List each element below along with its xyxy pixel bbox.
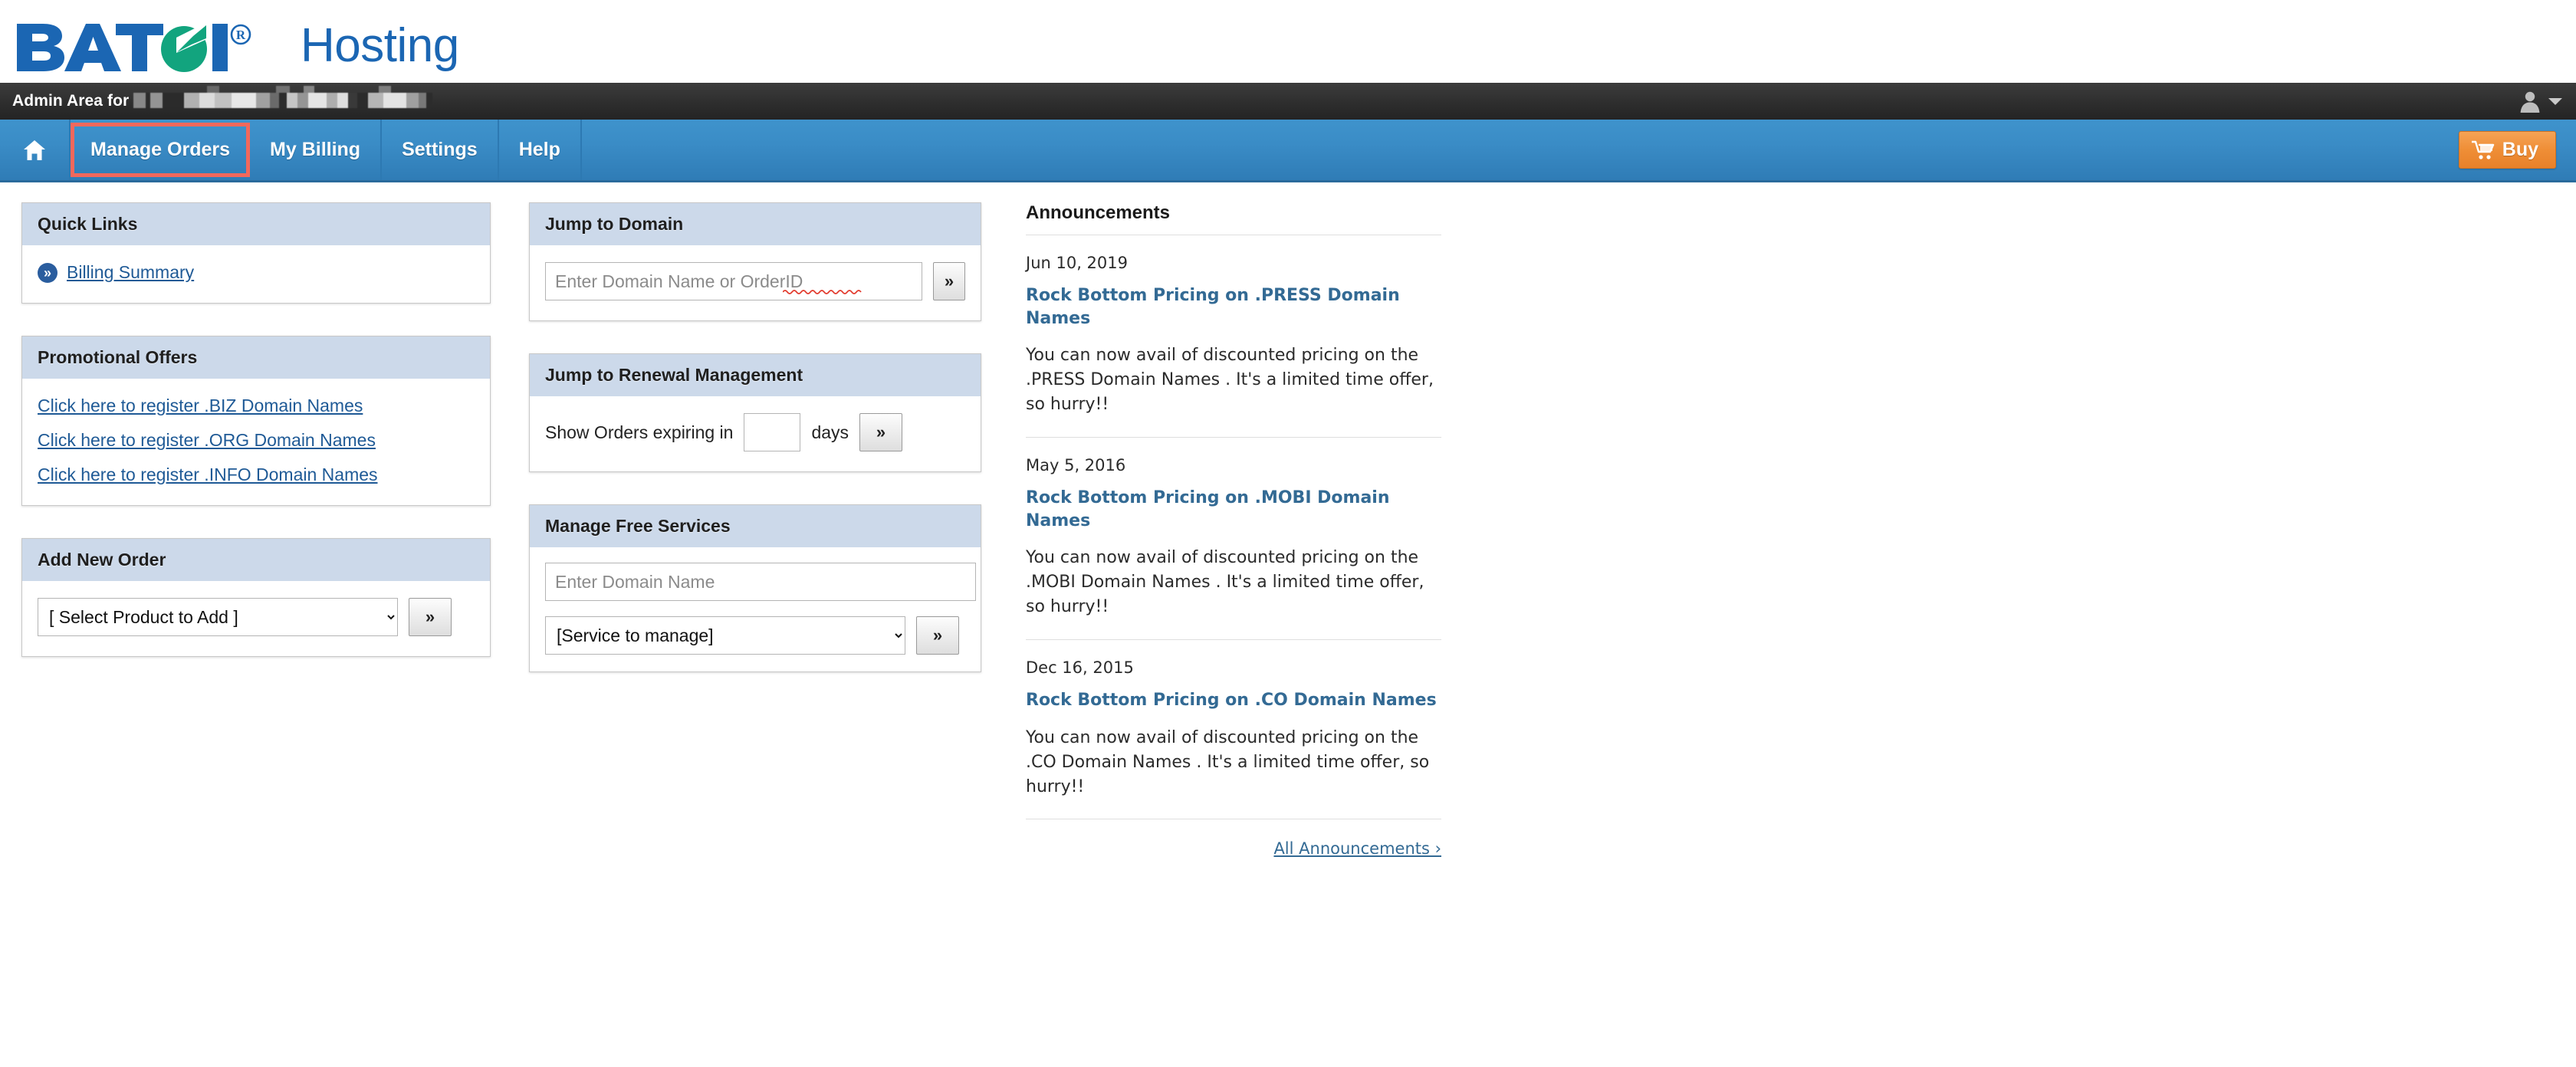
nav-item-label: Help (518, 139, 560, 160)
panel-body: » Billing Summary (22, 245, 490, 303)
buy-button-label: Buy (2502, 139, 2538, 160)
admin-area-label: Admin Area for (12, 92, 433, 110)
content-area: Quick Links » Billing Summary Promotiona… (0, 182, 2576, 858)
renewal-go-button[interactable]: » (859, 413, 903, 451)
account-menu[interactable] (2518, 83, 2562, 120)
free-service-select-row: [Service to manage] » (545, 616, 965, 655)
quick-link-item[interactable]: » Billing Summary (38, 262, 475, 283)
announcements-title: Announcements (1026, 202, 1171, 223)
free-service-domain-input[interactable] (545, 563, 976, 601)
announcement-headline[interactable]: Rock Bottom Pricing on .PRESS Domain Nam… (1026, 284, 1441, 330)
service-select[interactable]: [Service to manage] (545, 616, 905, 655)
announcement-date: Dec 16, 2015 (1026, 658, 1134, 678)
panel-add-new-order: Add New Order [ Select Product to Add ] … (21, 538, 491, 657)
logo-bar: R Hosting (0, 0, 2576, 83)
announcement-item: May 5, 2016 Rock Bottom Pricing on .MOBI… (1026, 438, 1441, 641)
domain-input-wrapper (545, 262, 922, 300)
logo-product-name: Hosting (301, 19, 459, 72)
nav-item-label: Manage Orders (90, 139, 231, 160)
announcement-body: You can now avail of discounted pricing … (1026, 346, 1434, 415)
panel-jump-to-renewal-management: Jump to Renewal Management Show Orders e… (529, 353, 981, 472)
product-select[interactable]: [ Select Product to Add ] (38, 598, 398, 636)
announcement-date: May 5, 2016 (1026, 456, 1126, 475)
panel-title: Jump to Renewal Management (530, 354, 981, 396)
buy-button-wrapper: Buy (2458, 120, 2576, 180)
account-name-redacted (133, 93, 433, 108)
panel-title: Jump to Domain (530, 203, 981, 245)
panel-jump-to-domain: Jump to Domain » (529, 202, 981, 321)
chevron-down-icon (2548, 97, 2562, 105)
nav-home[interactable] (0, 120, 71, 180)
home-icon (24, 140, 45, 160)
nav-item-help[interactable]: Help (499, 120, 582, 180)
announcement-headline[interactable]: Rock Bottom Pricing on .CO Domain Names (1026, 689, 1441, 712)
renewal-label-after: days (811, 422, 849, 442)
announcement-item: Jun 10, 2019 Rock Bottom Pricing on .PRE… (1026, 235, 1441, 438)
renewal-row: Show Orders expiring in days » (545, 413, 965, 451)
all-announcements-row: All Announcements › (1026, 819, 1441, 858)
all-announcements-link[interactable]: All Announcements › (1273, 839, 1441, 858)
nav-item-my-billing[interactable]: My Billing (250, 120, 383, 180)
announcement-body: You can now avail of discounted pricing … (1026, 548, 1424, 617)
right-column: Announcements Jun 10, 2019 Rock Bottom P… (981, 202, 1441, 858)
promo-link-info[interactable]: Click here to register .INFO Domain Name… (38, 465, 475, 485)
nav-item-label: My Billing (270, 139, 361, 160)
announcement-date: Jun 10, 2019 (1026, 254, 1129, 272)
buy-button[interactable]: Buy (2458, 131, 2556, 169)
user-avatar-icon (2520, 91, 2540, 113)
panel-title: Promotional Offers (22, 337, 490, 379)
panel-title: Manage Free Services (530, 505, 981, 547)
panel-title: Quick Links (22, 203, 490, 245)
renewal-label-before: Show Orders expiring in (545, 422, 734, 442)
admin-strip: Admin Area for (0, 83, 2576, 120)
promo-link-org[interactable]: Click here to register .ORG Domain Names (38, 430, 475, 451)
panel-quick-links: Quick Links » Billing Summary (21, 202, 491, 304)
panel-promotional-offers: Promotional Offers Click here to registe… (21, 336, 491, 506)
admin-area-text: Admin Area for (12, 92, 130, 110)
free-service-domain-row (545, 563, 976, 601)
batoi-logo-mark: R (17, 22, 251, 72)
middle-column: Jump to Domain » Jump to Renewal Managem… (491, 202, 981, 704)
panel-body: Show Orders expiring in days » (530, 396, 981, 471)
nav-item-settings[interactable]: Settings (382, 120, 499, 180)
panel-body: [Service to manage] » (530, 547, 981, 671)
panel-body: Click here to register .BIZ Domain Names… (22, 379, 490, 505)
announcement-body: You can now avail of discounted pricing … (1026, 727, 1430, 796)
left-column: Quick Links » Billing Summary Promotiona… (0, 202, 491, 689)
panel-body: » (530, 245, 981, 320)
main-navigation: Manage Orders My Billing Settings Help B… (0, 120, 2576, 182)
panel-manage-free-services: Manage Free Services [Service to manage]… (529, 504, 981, 672)
add-order-row: [ Select Product to Add ] » (38, 598, 475, 636)
quick-link-label[interactable]: Billing Summary (67, 262, 194, 283)
panel-body: [ Select Product to Add ] » (22, 581, 490, 656)
free-service-go-button[interactable]: » (916, 616, 959, 655)
promo-link-biz[interactable]: Click here to register .BIZ Domain Names (38, 396, 475, 416)
jump-domain-go-button[interactable]: » (933, 262, 965, 300)
expiring-days-input[interactable] (744, 413, 801, 451)
batoi-logo[interactable]: R Hosting (14, 8, 459, 74)
jump-domain-row: » (545, 262, 965, 300)
double-chevron-right-icon: » (38, 262, 58, 283)
shopping-cart-icon (2471, 140, 2494, 159)
panel-title: Add New Order (22, 539, 490, 581)
spellcheck-underline-icon (783, 290, 862, 294)
announcement-item: Dec 16, 2015 Rock Bottom Pricing on .CO … (1026, 640, 1441, 820)
add-order-go-button[interactable]: » (409, 598, 452, 636)
svg-text:R: R (236, 28, 246, 42)
nav-item-label: Settings (402, 139, 478, 160)
nav-item-manage-orders[interactable]: Manage Orders (71, 123, 251, 177)
announcement-headline[interactable]: Rock Bottom Pricing on .MOBI Domain Name… (1026, 487, 1441, 532)
